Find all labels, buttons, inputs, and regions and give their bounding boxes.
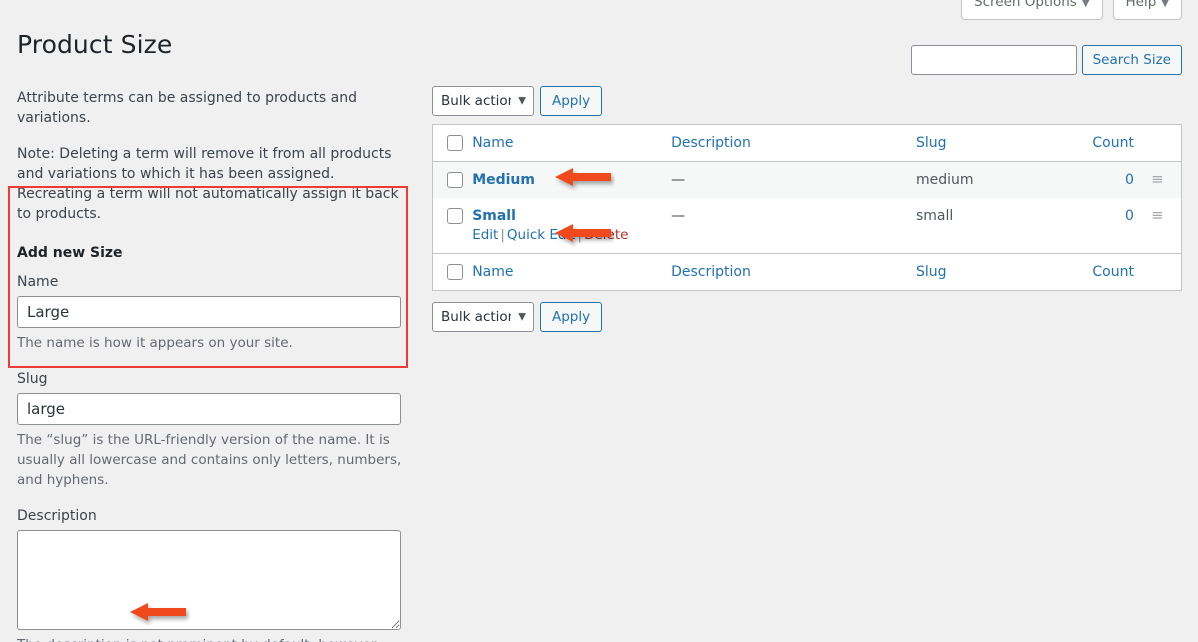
screen-options-label: Screen Options	[974, 0, 1077, 10]
add-term-panel: Attribute terms can be assigned to produ…	[17, 88, 409, 642]
search-form: Search Size	[910, 45, 1182, 75]
drag-handle-icon[interactable]: ≡	[1151, 206, 1164, 224]
row-count-cell[interactable]: 0	[1092, 198, 1144, 254]
search-size-button[interactable]: Search Size	[1081, 45, 1182, 75]
apply-button-bottom[interactable]: Apply	[540, 302, 603, 332]
name-field-label: Name	[17, 274, 59, 290]
select-all-footer	[433, 254, 473, 291]
bulk-actions-select-top[interactable]: Bulk actions	[432, 86, 534, 116]
select-all-checkbox-bottom[interactable]	[447, 264, 463, 280]
bulk-actions-wrap: Bulk actions ▼	[432, 86, 534, 116]
intro-paragraph-2: Note: Deleting a term will remove it fro…	[17, 146, 399, 222]
bulk-actions-select-bottom[interactable]: Bulk actions	[432, 302, 534, 332]
column-footer-handle	[1144, 254, 1182, 291]
column-header-count[interactable]: Count	[1092, 125, 1144, 162]
page-title: Product Size	[17, 29, 173, 59]
intro-paragraph-1: Attribute terms can be assigned to produ…	[17, 90, 358, 126]
table-row: Small Edit|Quick Edit|Delete — small 0 ≡	[433, 198, 1182, 254]
description-field-label: Description	[17, 508, 97, 524]
row-description-cell: —	[671, 208, 686, 224]
column-header-name[interactable]: Name	[472, 125, 671, 162]
row-handle-cell: ≡	[1143, 161, 1182, 198]
terms-list-panel: Bulk actions ▼ Apply Name Description Sl…	[432, 86, 1182, 332]
description-field[interactable]	[17, 530, 401, 630]
edit-link[interactable]: Edit	[472, 227, 498, 243]
admin-page: Screen Options ▼ Help ▼ Product Size Searc…	[0, 0, 1198, 642]
name-help-text: The name is how it appears on your site.	[17, 335, 293, 351]
column-header-description[interactable]: Description	[671, 125, 916, 162]
tablenav-top: Bulk actions ▼ Apply	[432, 86, 1182, 116]
row-count-cell[interactable]: 0	[1092, 161, 1144, 198]
row-checkbox-cell	[433, 198, 473, 254]
screen-meta-tabs: Screen Options ▼ Help ▼	[961, 0, 1182, 20]
term-link-medium[interactable]: Medium	[472, 172, 535, 188]
select-all-checkbox-top[interactable]	[447, 135, 463, 151]
column-footer-description[interactable]: Description	[671, 254, 916, 291]
help-tab[interactable]: Help ▼	[1112, 0, 1182, 20]
table-footer-row: Name Description Slug Count	[432, 253, 1182, 291]
table-header-row: Name Description Slug Count	[432, 125, 1182, 162]
apply-button-top[interactable]: Apply	[540, 86, 603, 116]
slug-field-label: Slug	[17, 371, 48, 387]
slug-field[interactable]	[17, 393, 401, 425]
row-slug-cell: small	[915, 208, 954, 224]
term-link-small[interactable]: Small	[472, 208, 516, 224]
row-handle-cell: ≡	[1144, 198, 1182, 254]
column-header-handle	[1144, 125, 1182, 162]
annotation-arrow-medium	[555, 168, 611, 186]
row-description-cell: —	[671, 161, 916, 198]
column-footer-name[interactable]: Name	[472, 254, 671, 291]
help-label: Help	[1125, 0, 1157, 10]
search-input[interactable]	[910, 45, 1077, 75]
row-checkbox-medium[interactable]	[447, 172, 463, 188]
column-header-slug[interactable]: Slug	[916, 125, 1092, 162]
tablenav-bottom: Bulk actions ▼ Apply	[432, 302, 1182, 332]
row-slug-cell: medium	[915, 161, 1093, 198]
chevron-down-icon: ▼	[1161, 0, 1169, 9]
annotation-arrow-small	[555, 224, 611, 242]
row-checkbox-cell	[432, 161, 473, 198]
bulk-actions-wrap: Bulk actions ▼	[432, 302, 534, 332]
slug-help-text: The “slug” is the URL-friendly version o…	[17, 432, 402, 488]
description-help-text: The description is not prominent by defa…	[17, 635, 409, 642]
action-separator: |	[500, 227, 505, 243]
add-new-size-heading: Add new Size	[17, 245, 123, 261]
select-all-header	[433, 125, 473, 162]
chevron-down-icon: ▼	[1081, 0, 1090, 9]
column-footer-slug[interactable]: Slug	[916, 254, 1092, 291]
screen-options-tab[interactable]: Screen Options ▼	[961, 0, 1103, 20]
annotation-arrow-add-new-size	[130, 603, 186, 621]
column-footer-count[interactable]: Count	[1092, 254, 1144, 291]
terms-table: Name Description Slug Count Medium — med…	[432, 124, 1182, 291]
drag-handle-icon[interactable]: ≡	[1151, 170, 1164, 188]
row-checkbox-small[interactable]	[447, 208, 463, 224]
name-field[interactable]	[17, 296, 401, 328]
table-row: Medium — medium 0 ≡	[432, 161, 1182, 198]
